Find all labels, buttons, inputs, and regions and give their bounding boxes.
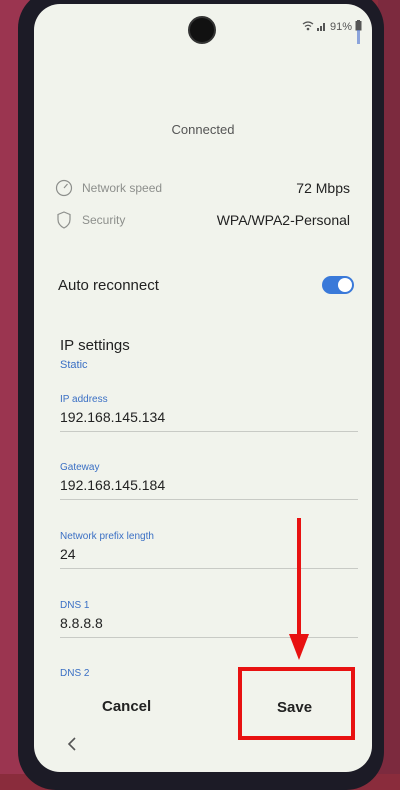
ip-settings-mode[interactable]: Static: [60, 359, 88, 371]
gateway-label: Gateway: [60, 462, 100, 473]
security-row: Security WPA/WPA2-Personal: [54, 208, 350, 232]
ip-address-label: IP address: [60, 394, 108, 405]
auto-reconnect-toggle[interactable]: [322, 276, 354, 294]
ip-settings-title[interactable]: IP settings: [60, 337, 130, 354]
security-value: WPA/WPA2-Personal: [216, 212, 350, 228]
cancel-button[interactable]: Cancel: [102, 698, 151, 715]
gauge-icon: [54, 178, 74, 198]
connection-status: Connected: [171, 122, 235, 137]
front-camera: [188, 16, 216, 44]
dns2-label: DNS 2: [60, 668, 90, 679]
status-bar: 91%: [302, 20, 362, 34]
security-label: Security: [82, 213, 126, 227]
auto-reconnect-row[interactable]: Auto reconnect: [58, 270, 354, 300]
ip-address-input[interactable]: 192.168.145.134: [60, 409, 358, 432]
save-highlight-box: [238, 667, 355, 740]
wifi-icon: [302, 20, 314, 34]
battery-percentage: 91%: [329, 21, 352, 33]
signal-icon: [316, 21, 327, 34]
annotation-arrow: [289, 518, 309, 660]
network-speed-label: Network speed: [82, 181, 163, 195]
phone-screen: 91% Connected Network speed 72 Mbps Secu…: [34, 4, 372, 772]
gateway-input[interactable]: 192.168.145.184: [60, 477, 358, 500]
back-icon[interactable]: [66, 736, 78, 757]
gateway-field[interactable]: Gateway 192.168.145.184: [60, 462, 358, 500]
shield-icon: [54, 210, 74, 230]
edge-panel-handle[interactable]: [357, 30, 368, 44]
ip-address-field[interactable]: IP address 192.168.145.134: [60, 394, 358, 432]
auto-reconnect-label: Auto reconnect: [58, 276, 159, 294]
network-speed-row: Network speed 72 Mbps: [54, 176, 350, 200]
network-speed-value: 72 Mbps: [296, 180, 350, 196]
